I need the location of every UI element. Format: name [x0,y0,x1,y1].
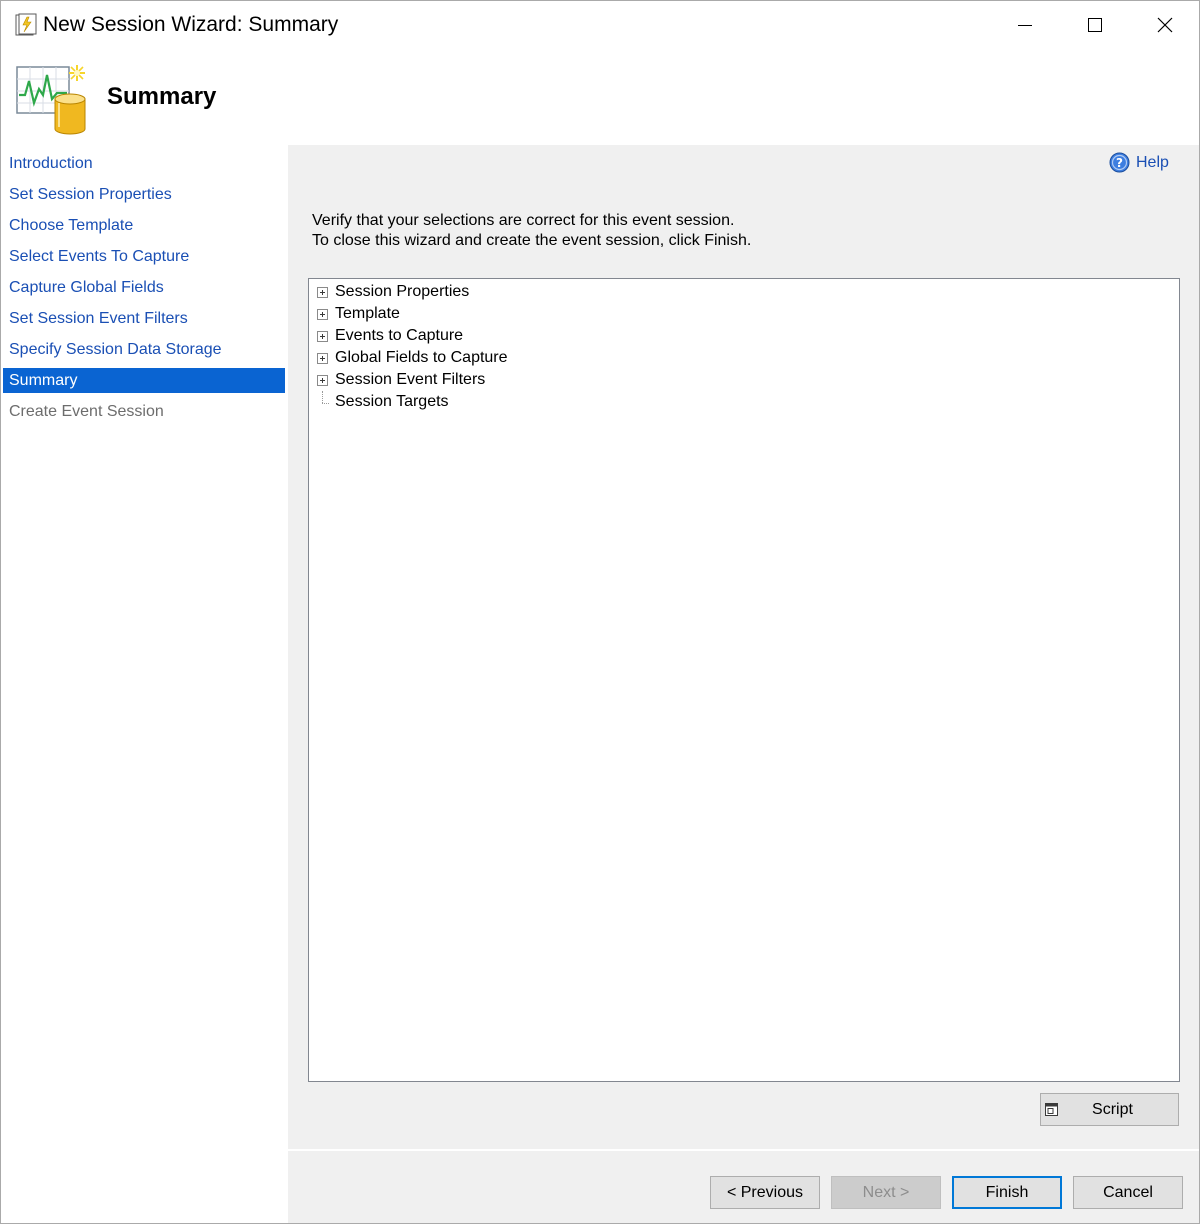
expand-icon[interactable] [317,330,328,342]
tree-node-global-fields[interactable]: Global Fields to Capture [317,347,508,369]
help-label[interactable]: Help [1136,153,1169,173]
script-button[interactable]: Script [1040,1093,1179,1126]
expand-icon[interactable] [317,286,328,298]
nav-item-summary[interactable]: Summary [3,368,285,393]
maximize-icon [1088,18,1102,32]
finish-button[interactable]: Finish [952,1176,1062,1209]
summary-tree[interactable]: Session Properties Template Events to Ca… [308,278,1180,1082]
tree-node-session-targets[interactable]: Session Targets [317,390,449,413]
nav-item-select-events[interactable]: Select Events To Capture [3,244,285,269]
previous-button[interactable]: < Previous [710,1176,820,1209]
wizard-nav: Introduction Set Session Properties Choo… [1,145,287,1223]
close-button[interactable] [1130,1,1200,49]
nav-item-specify-data-storage[interactable]: Specify Session Data Storage [3,337,285,362]
instructions: Verify that your selections are correct … [312,211,751,251]
nav-item-capture-global-fields[interactable]: Capture Global Fields [3,275,285,300]
close-icon [1157,17,1173,33]
tree-node-label[interactable]: Global Fields to Capture [335,348,508,368]
minimize-button[interactable] [990,1,1060,49]
title-bar[interactable]: New Session Wizard: Summary [1,1,1199,49]
tree-node-label[interactable]: Session Properties [335,282,469,302]
svg-text:?: ? [1116,156,1123,170]
tree-node-session-event-filters[interactable]: Session Event Filters [317,369,485,391]
summary-panel: ? Help Verify that your selections are c… [288,145,1199,1149]
tree-node-template[interactable]: Template [317,303,400,325]
minimize-icon [1018,25,1032,26]
wizard-header: Summary [1,49,1199,145]
nav-item-choose-template[interactable]: Choose Template [3,213,285,238]
instructions-line-1: Verify that your selections are correct … [312,212,735,229]
tree-node-label[interactable]: Session Targets [335,392,449,412]
event-session-chart-database-icon [16,65,86,135]
tree-node-session-properties[interactable]: Session Properties [317,281,469,303]
help-icon: ? [1109,152,1130,173]
wizard-app-icon [15,13,37,36]
tree-node-label[interactable]: Template [335,304,400,324]
tree-connector [317,390,329,408]
nav-item-set-event-filters[interactable]: Set Session Event Filters [3,306,285,331]
instructions-line-2: To close this wizard and create the even… [312,232,752,249]
expand-icon[interactable] [317,374,328,386]
window-title: New Session Wizard: Summary [43,13,339,36]
tree-node-label[interactable]: Session Event Filters [335,370,485,390]
wizard-window: New Session Wizard: Summary Summary Intr… [0,0,1200,1224]
nav-item-create-event-session: Create Event Session [9,403,164,420]
help-link[interactable]: ? Help [1109,152,1169,173]
page-title: Summary [107,83,217,110]
tree-node-events-to-capture[interactable]: Events to Capture [317,325,463,347]
nav-item-introduction[interactable]: Introduction [3,151,285,176]
expand-icon[interactable] [317,308,328,320]
script-label[interactable]: Script [1041,1101,1178,1119]
next-button: Next > [831,1176,941,1209]
tree-node-label[interactable]: Events to Capture [335,326,463,346]
script-icon [1045,1103,1058,1116]
nav-item-set-session-properties[interactable]: Set Session Properties [3,182,285,207]
maximize-button[interactable] [1060,1,1130,49]
expand-icon[interactable] [317,352,328,364]
cancel-button[interactable]: Cancel [1073,1176,1183,1209]
wizard-footer: < Previous Next > Finish Cancel [288,1149,1199,1223]
